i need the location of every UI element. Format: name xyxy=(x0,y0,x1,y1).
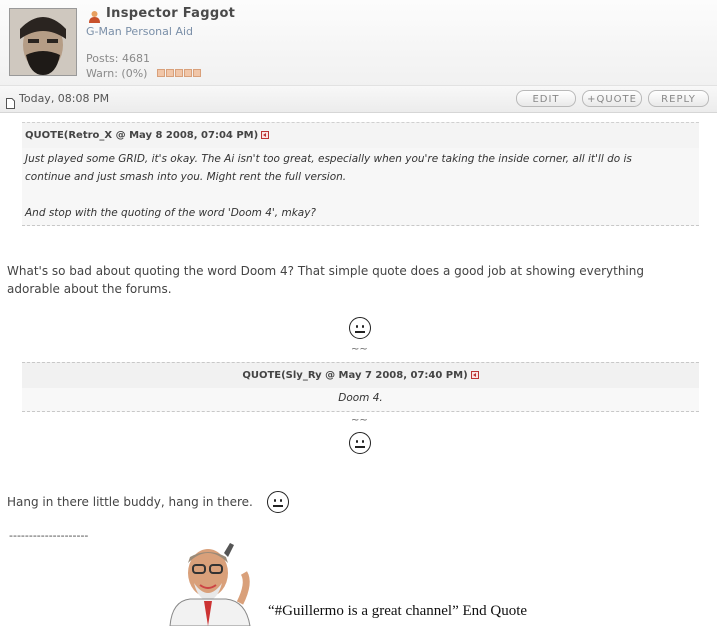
tilde-text: ~~ xyxy=(351,344,368,355)
user-group: G-Man Personal Aid xyxy=(86,25,194,38)
smiley-icon xyxy=(267,491,289,513)
quote-button[interactable]: +QUOTE xyxy=(582,90,642,107)
view-post-icon[interactable] xyxy=(261,131,270,139)
post-text: Hang in there little buddy, hang in ther… xyxy=(7,495,253,509)
reply-button[interactable]: REPLY xyxy=(648,90,709,107)
username-link[interactable]: Inspector Faggot xyxy=(106,6,235,21)
post-text: What's so bad about quoting the word Doo… xyxy=(7,264,644,278)
quote-body: Just played some GRID, it's okay. The Ai… xyxy=(22,148,699,226)
quote-header: QUOTE(Sly_Ry @ May 7 2008, 07:40 PM) xyxy=(22,362,699,388)
view-post-icon[interactable] xyxy=(470,371,479,379)
quote-body: Doom 4. xyxy=(22,388,699,412)
user-avatar[interactable] xyxy=(9,8,77,76)
warn-bar-segment xyxy=(157,69,165,77)
smiley-icon xyxy=(349,317,371,339)
quote-header: QUOTE(Retro_X @ May 8 2008, 07:04 PM) xyxy=(22,122,699,148)
post-count: Posts: 4681 xyxy=(86,52,150,65)
quote-header-text: QUOTE(Sly_Ry @ May 7 2008, 07:40 PM) xyxy=(242,370,468,381)
warn-bar-segment xyxy=(175,69,183,77)
quote-header-text: QUOTE(Retro_X @ May 8 2008, 07:04 PM) xyxy=(25,130,259,141)
warn-bar-segment xyxy=(184,69,192,77)
post-document-icon xyxy=(6,94,15,113)
warn-level[interactable]: Warn: (0%) xyxy=(86,67,147,80)
signature-character-image xyxy=(160,543,262,627)
quote-line: And stop with the quoting of the word 'D… xyxy=(25,207,316,219)
tilde-text: ~~ xyxy=(351,415,368,426)
post-toolbar: Today, 08:08 PM EDIT +QUOTE REPLY xyxy=(0,86,717,113)
edit-button[interactable]: EDIT xyxy=(516,90,576,107)
post-text: adorable about the forums. xyxy=(7,282,172,296)
quote-line: Just played some GRID, it's okay. The Ai… xyxy=(25,153,632,165)
smiley-icon xyxy=(349,432,371,454)
warn-bar-segment xyxy=(166,69,174,77)
post-date: Today, 08:08 PM xyxy=(19,92,110,105)
signature-divider: -------------------- xyxy=(9,529,89,542)
warn-bar-segment xyxy=(193,69,201,77)
signature-text: “#Guillermo is a great channel” End Quot… xyxy=(268,603,528,619)
quote-line: continue and just smash into you. Might … xyxy=(25,171,347,183)
warn-bar xyxy=(157,69,201,77)
post-author-header: Inspector Faggot G-Man Personal Aid Post… xyxy=(0,0,717,86)
